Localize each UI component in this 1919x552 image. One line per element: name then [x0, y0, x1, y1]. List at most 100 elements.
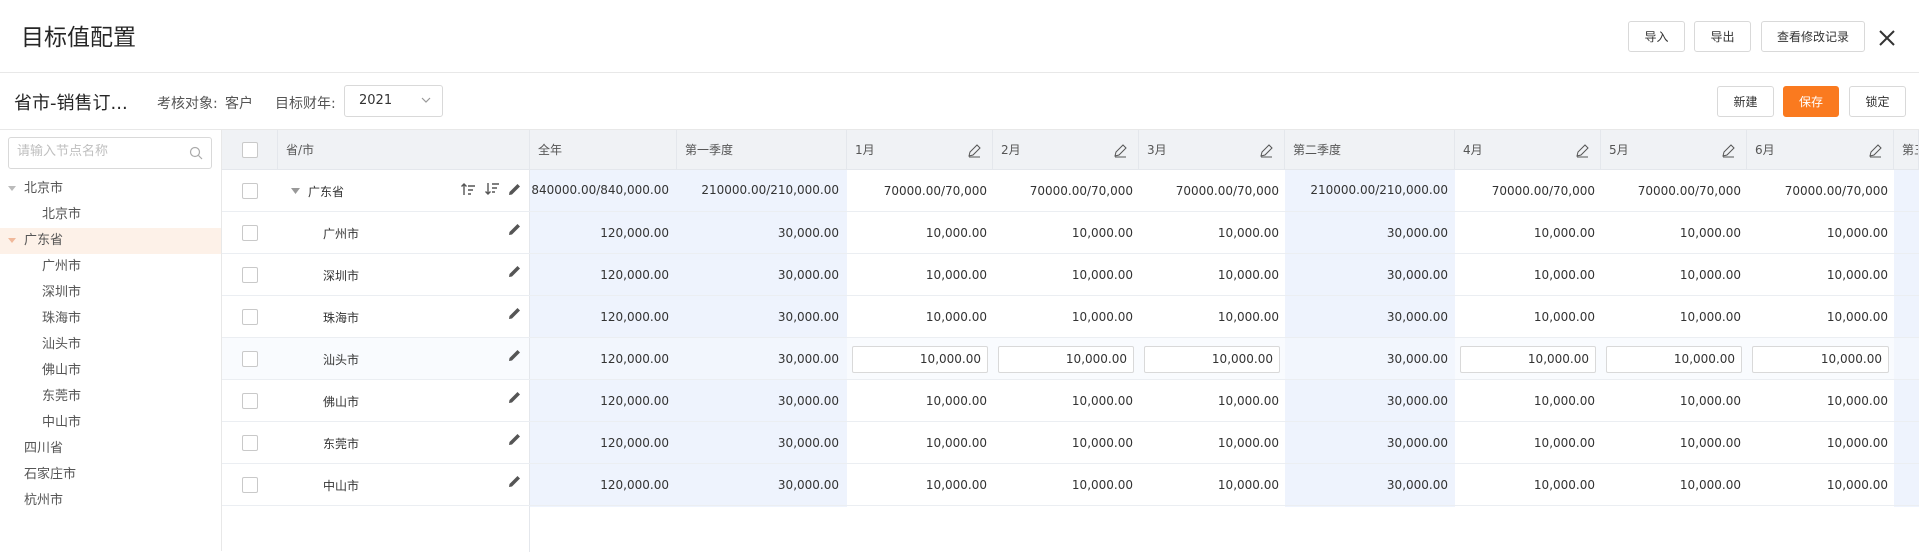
edit-icon[interactable] — [508, 390, 522, 404]
column-header-label: 4月 — [1463, 143, 1483, 157]
cell-input[interactable]: 10,000.00 — [1752, 346, 1889, 373]
cell-value: 30,000.00 — [777, 268, 839, 282]
sort-ascending-icon[interactable] — [460, 181, 476, 197]
cell-input[interactable]: 10,000.00 — [1606, 346, 1742, 373]
column-header-year[interactable]: 全年 — [530, 130, 677, 170]
edit-pen-icon[interactable] — [1575, 143, 1590, 158]
caret-down-icon[interactable] — [291, 187, 300, 195]
tree-node-dongguan[interactable]: 东莞市 — [0, 384, 221, 410]
column-header-label: 1月 — [855, 143, 875, 157]
edit-pen-icon[interactable] — [1721, 143, 1736, 158]
column-header-jan[interactable]: 1月 — [847, 130, 993, 170]
cell-value: 10,000.00 — [1679, 394, 1741, 408]
lock-button[interactable]: 锁定 — [1849, 86, 1906, 117]
edit-pen-icon[interactable] — [1259, 143, 1274, 158]
target-table: 省/市 全年 第一季度 1月 2月 3月 第二季度 4月 5月 6月 第三 广东… — [222, 129, 1919, 552]
cell-input[interactable]: 10,000.00 — [1144, 346, 1280, 373]
cell-value: 70000.00/70,000 — [1029, 184, 1133, 198]
edit-icon[interactable] — [508, 432, 522, 446]
row-checkbox[interactable] — [242, 351, 258, 367]
cell-value: 840000.00/840,000.00 — [531, 183, 669, 197]
cell-value: 10,000.00 — [1826, 226, 1888, 240]
cell-value: 10,000.00 — [925, 226, 987, 240]
sort-descending-icon[interactable] — [484, 181, 500, 197]
edit-pen-icon[interactable] — [1113, 143, 1128, 158]
column-header-feb[interactable]: 2月 — [993, 130, 1139, 170]
tree-node-guangzhou[interactable]: 广州市 — [0, 254, 221, 280]
row-checkbox[interactable] — [242, 183, 258, 199]
column-header-jun[interactable]: 6月 — [1747, 130, 1894, 170]
row-checkbox[interactable] — [242, 267, 258, 283]
tree-node-label: 佛山市 — [42, 363, 82, 378]
tree-node-zhongshan[interactable]: 中山市 — [0, 410, 221, 436]
edit-icon[interactable] — [508, 474, 522, 488]
column-header-name: 省/市 — [278, 130, 530, 170]
tree-node-label: 北京市 — [42, 207, 82, 222]
tree-node-label: 珠海市 — [42, 311, 82, 326]
cell-value: 10,000.00 — [925, 436, 987, 450]
tree-node-beijing-city[interactable]: 北京市 — [0, 202, 221, 228]
table-row: 深圳市 120,000.00 30,000.00 10,000.00 10,000.00… — [222, 254, 1919, 296]
caret-down-icon[interactable] — [8, 237, 16, 245]
cell-input[interactable]: 10,000.00 — [852, 346, 988, 373]
year-select[interactable]: 2021 — [344, 85, 443, 117]
tree-node-guangdong[interactable]: 广东省 — [0, 228, 221, 254]
row-checkbox[interactable] — [242, 435, 258, 451]
cell-value: 30,000.00 — [777, 352, 839, 366]
export-button[interactable]: 导出 — [1694, 21, 1751, 52]
cell-value: 30,000.00 — [1386, 352, 1448, 366]
column-header-label: 3月 — [1147, 143, 1167, 157]
cell-value: 10,000.00 — [1071, 310, 1133, 324]
caret-down-icon[interactable] — [8, 185, 16, 193]
cell-value: 10,000.00 — [925, 394, 987, 408]
row-checkbox[interactable] — [242, 225, 258, 241]
save-button[interactable]: 保存 — [1783, 86, 1839, 117]
column-header-label: 5月 — [1609, 143, 1629, 157]
cell-value: 10,000.00 — [1071, 268, 1133, 282]
column-header-q1[interactable]: 第一季度 — [677, 130, 847, 170]
cell-value: 30,000.00 — [1386, 436, 1448, 450]
tree-node-shenzhen[interactable]: 深圳市 — [0, 280, 221, 306]
tree-node-beijing-province[interactable]: 北京市 — [0, 176, 221, 202]
edit-icon[interactable] — [508, 222, 522, 236]
select-all-checkbox[interactable] — [242, 142, 258, 158]
column-header-q2[interactable]: 第二季度 — [1285, 130, 1455, 170]
column-header-q3[interactable]: 第三 — [1894, 130, 1919, 170]
edit-pen-icon[interactable] — [967, 143, 982, 158]
cell-input[interactable]: 10,000.00 — [998, 346, 1134, 373]
year-label: 目标财年: — [275, 96, 336, 112]
tree-node-shantou[interactable]: 汕头市 — [0, 332, 221, 358]
tree-search-input[interactable] — [17, 144, 187, 159]
cell-value: 30,000.00 — [777, 310, 839, 324]
dialog-header: 目标值配置 导入 导出 查看修改记录 — [0, 0, 1919, 73]
new-button[interactable]: 新建 — [1717, 86, 1774, 117]
edit-pen-icon[interactable] — [1868, 143, 1883, 158]
column-header-apr[interactable]: 4月 — [1455, 130, 1601, 170]
column-header-may[interactable]: 5月 — [1601, 130, 1747, 170]
column-header-mar[interactable]: 3月 — [1139, 130, 1285, 170]
view-history-button[interactable]: 查看修改记录 — [1761, 21, 1865, 52]
target-label: 考核对象: — [157, 96, 218, 112]
tree-node-sichuan[interactable]: 四川省 — [0, 436, 221, 462]
row-checkbox[interactable] — [242, 477, 258, 493]
tree-node-label: 杭州市 — [24, 493, 64, 508]
tree-search[interactable] — [8, 137, 212, 169]
edit-icon[interactable] — [508, 264, 522, 278]
import-button[interactable]: 导入 — [1628, 21, 1685, 52]
region-tree: 北京市 北京市 广东省 广州市 深圳市 珠海市 汕头市 佛山市 东莞市 中山市 … — [0, 129, 222, 551]
row-checkbox[interactable] — [242, 309, 258, 325]
cell-value: 10,000.00 — [1071, 226, 1133, 240]
cell-input[interactable]: 10,000.00 — [1460, 346, 1596, 373]
tree-node-shijiazhuang[interactable]: 石家庄市 — [0, 462, 221, 488]
cell-value: 120,000.00 — [600, 226, 669, 240]
table-row: 汕头市 120,000.00 30,000.00 10,000.00 10,000.00… — [222, 338, 1919, 380]
row-checkbox[interactable] — [242, 393, 258, 409]
tree-node-foshan[interactable]: 佛山市 — [0, 358, 221, 384]
edit-icon[interactable] — [508, 182, 522, 196]
tree-node-hangzhou[interactable]: 杭州市 — [0, 488, 221, 514]
close-icon[interactable] — [1875, 26, 1899, 50]
cell-value: 10,000.00 — [1217, 394, 1279, 408]
tree-node-zhuhai[interactable]: 珠海市 — [0, 306, 221, 332]
edit-icon[interactable] — [508, 306, 522, 320]
edit-icon[interactable] — [508, 348, 522, 362]
